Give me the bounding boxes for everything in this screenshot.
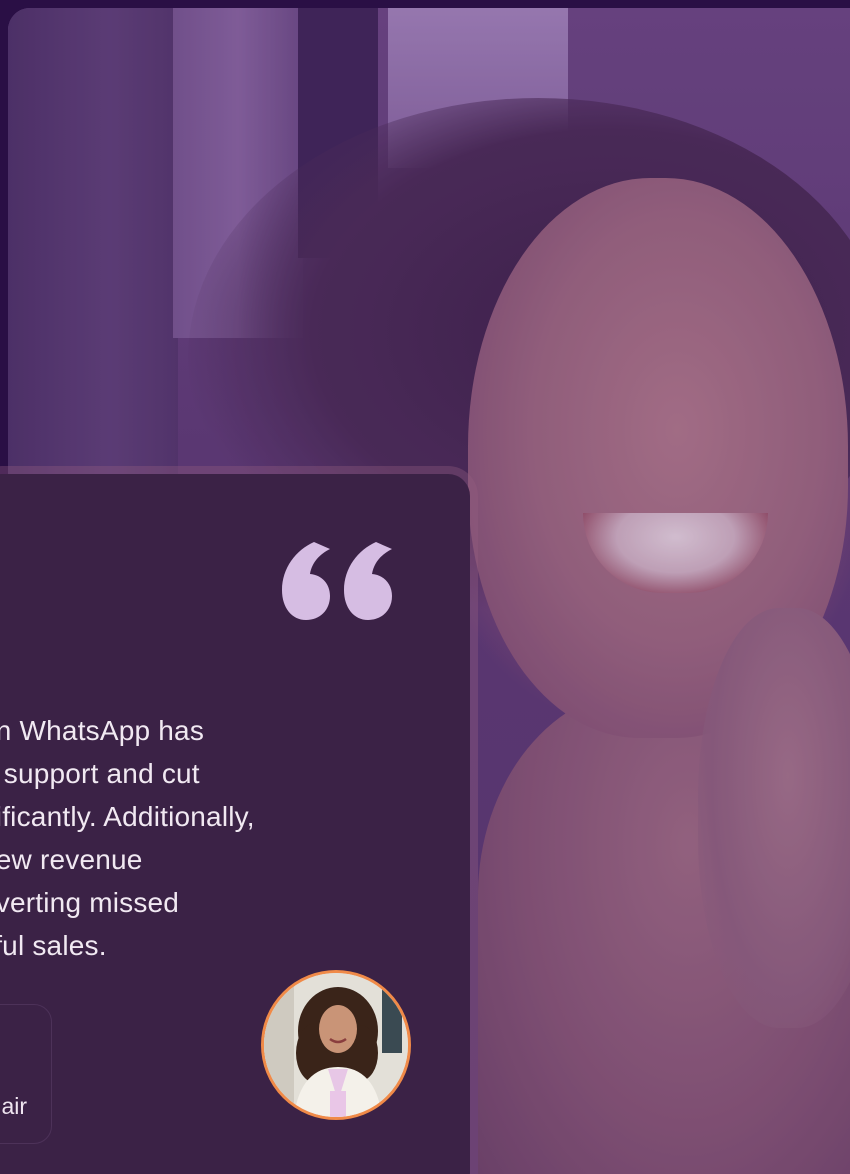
quote-line: nverting missed	[0, 887, 180, 918]
quote-line: sful sales.	[0, 930, 107, 961]
attribution-box: air	[0, 1004, 52, 1144]
attribution-role: air	[1, 1093, 27, 1119]
avatar-person-image	[264, 973, 408, 1117]
quote-line: on WhatsApp has	[0, 715, 205, 746]
quote-line: e support and cut	[0, 758, 200, 789]
testimonial-section: on WhatsApp has e support and cut nifica…	[0, 0, 850, 1174]
quote-line: nificantly. Additionally,	[0, 801, 255, 832]
quote-line: new revenue	[0, 844, 143, 875]
quote-mark-icon	[282, 542, 392, 620]
testimonial-quote: on WhatsApp has e support and cut nifica…	[0, 709, 350, 967]
avatar	[261, 970, 411, 1120]
testimonial-card: on WhatsApp has e support and cut nifica…	[0, 474, 470, 1174]
